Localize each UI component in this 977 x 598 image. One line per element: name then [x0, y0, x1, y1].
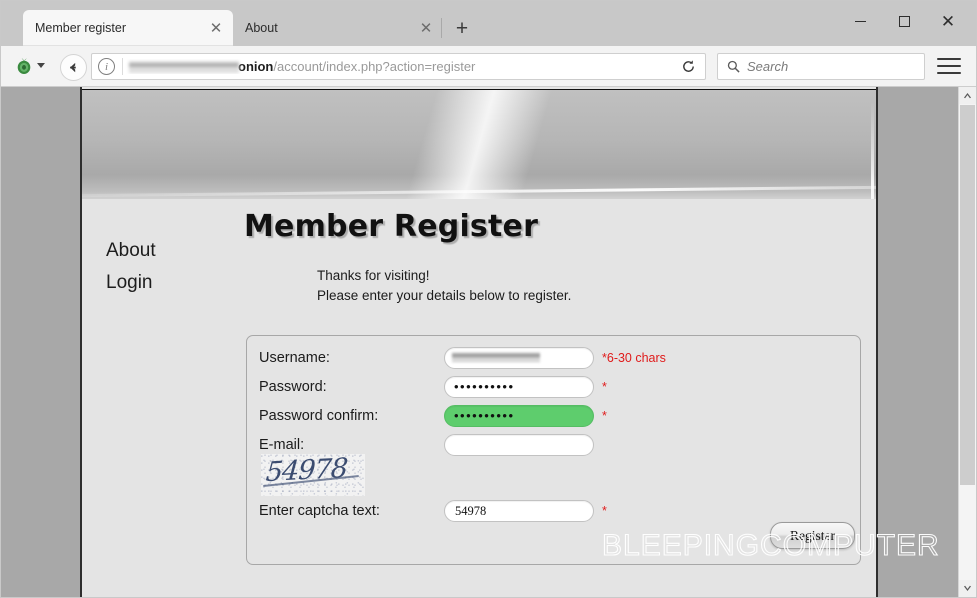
chevron-down-icon[interactable]	[37, 63, 45, 68]
password-required-note: *	[602, 380, 607, 394]
back-button[interactable]	[60, 54, 87, 81]
tab-label: About	[245, 21, 413, 35]
form-row-password: Password: •••••••••• *	[259, 375, 607, 399]
close-icon[interactable]: ✕	[418, 20, 434, 36]
username-redacted-value	[452, 352, 540, 362]
hamburger-menu-icon[interactable]	[937, 55, 961, 77]
window-controls: ✕	[838, 7, 970, 35]
intro-text: Thanks for visiting! Please enter your d…	[317, 266, 872, 305]
tor-onion-logo-icon[interactable]	[15, 57, 33, 75]
close-icon[interactable]: ✕	[208, 20, 224, 36]
captcha-label: Enter captcha text:	[259, 503, 444, 519]
url-bar[interactable]: i onion /account/index.php?action=regist…	[91, 53, 706, 80]
register-form: Username: *6-30 chars Password: ••••••••…	[246, 335, 861, 565]
site-banner	[82, 89, 876, 199]
page-viewport: About Login Member Register Thanks for v…	[1, 87, 976, 597]
arrow-left-icon	[66, 60, 81, 75]
reload-button[interactable]	[675, 54, 701, 79]
captcha-image: 54978	[261, 454, 365, 496]
tab-strip: Member register ✕ About ✕ + ✕	[1, 1, 976, 46]
tab-about[interactable]: About ✕	[233, 10, 443, 46]
form-row-password-confirm: Password confirm: •••••••••• *	[259, 404, 607, 428]
banner-highlight	[82, 186, 876, 197]
info-icon[interactable]: i	[98, 58, 115, 75]
tab-label: Member register	[35, 21, 203, 35]
email-label: E-mail:	[259, 437, 444, 453]
intro-line-2: Please enter your details below to regis…	[317, 286, 872, 306]
url-path: /account/index.php?action=register	[273, 59, 475, 74]
navigation-toolbar: i onion /account/index.php?action=regist…	[1, 46, 976, 87]
close-icon: ✕	[941, 13, 955, 30]
email-input[interactable]	[444, 434, 594, 456]
username-required-note: *6-30 chars	[602, 351, 666, 365]
page-title: Member Register	[244, 209, 872, 244]
username-label: Username:	[259, 350, 444, 366]
sidebar-item-about[interactable]: About	[106, 237, 231, 265]
reload-icon	[681, 59, 696, 74]
search-placeholder: Search	[747, 59, 788, 74]
vertical-scrollbar[interactable]	[958, 87, 976, 597]
minimize-button[interactable]	[838, 7, 882, 35]
scrollbar-thumb[interactable]	[960, 105, 975, 485]
url-redacted-block	[129, 61, 239, 73]
password-confirm-label: Password confirm:	[259, 408, 444, 424]
password-label: Password:	[259, 379, 444, 395]
maximize-button[interactable]	[882, 7, 926, 35]
search-input[interactable]: Search	[717, 53, 925, 80]
main-column: Member Register Thanks for visiting! Ple…	[242, 209, 872, 305]
tab-member-register[interactable]: Member register ✕	[23, 10, 233, 46]
captcha-required-note: *	[602, 504, 607, 518]
sidebar-nav: About Login	[106, 237, 231, 300]
scroll-up-icon[interactable]	[959, 87, 976, 104]
close-window-button[interactable]: ✕	[926, 7, 970, 35]
captcha-input[interactable]	[444, 500, 594, 522]
form-row-captcha: Enter captcha text: *	[259, 499, 607, 523]
page-content-panel: About Login Member Register Thanks for v…	[80, 87, 878, 597]
password-confirm-masked-value: ••••••••••	[454, 408, 515, 424]
browser-window: Member register ✕ About ✕ + ✕	[0, 0, 977, 598]
search-icon	[727, 60, 740, 73]
tab-separator	[441, 18, 442, 38]
scroll-down-icon[interactable]	[959, 580, 976, 597]
new-tab-icon[interactable]: +	[451, 17, 473, 39]
register-button[interactable]: Register	[770, 522, 855, 549]
sidebar-item-login[interactable]: Login	[106, 269, 231, 297]
url-domain: onion	[238, 59, 273, 74]
password-confirm-required-note: *	[602, 409, 607, 423]
intro-line-1: Thanks for visiting!	[317, 266, 872, 286]
password-masked-value: ••••••••••	[454, 379, 515, 395]
url-text: onion /account/index.php?action=register	[123, 59, 705, 74]
banner-edge-highlight	[871, 90, 874, 199]
form-row-username: Username: *6-30 chars	[259, 346, 666, 370]
